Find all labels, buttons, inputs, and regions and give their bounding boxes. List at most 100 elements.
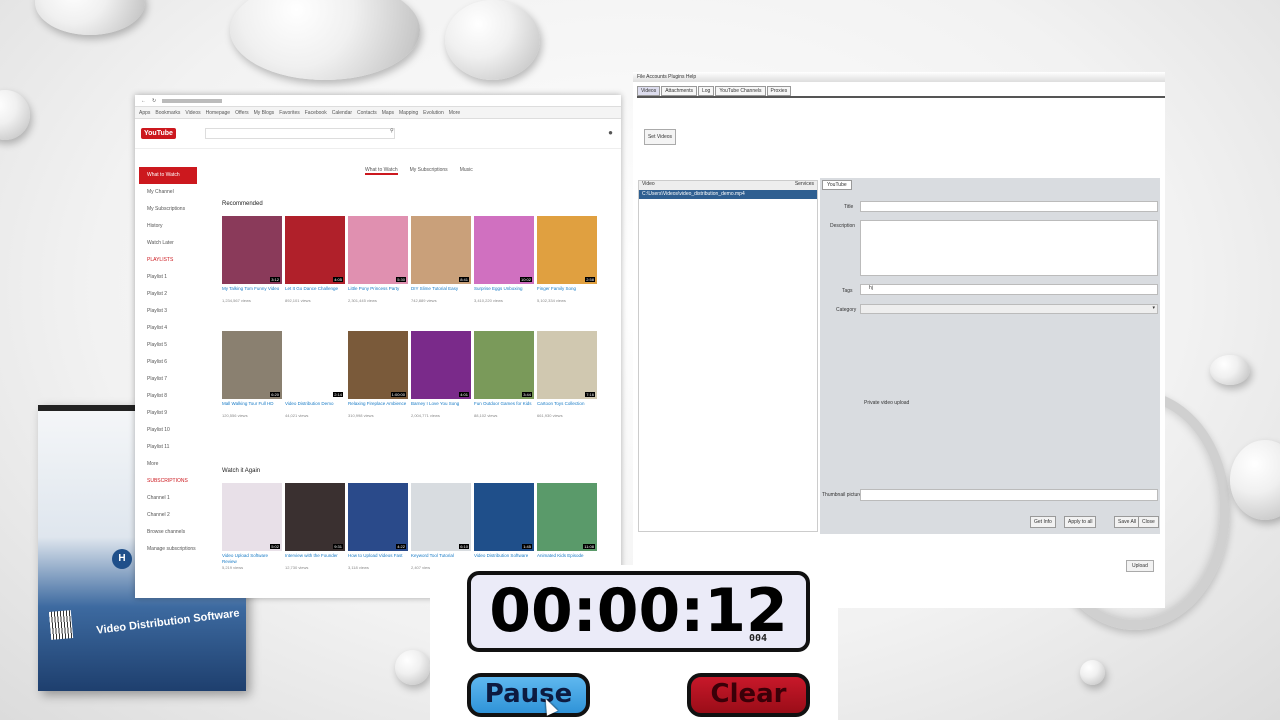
get-info-button[interactable]: Get Info bbox=[1030, 516, 1056, 528]
sidebar-item[interactable]: Playlist 10 bbox=[139, 422, 197, 439]
sidebar-item[interactable]: Playlist 4 bbox=[139, 320, 197, 337]
bookmark-item[interactable]: Contacts bbox=[357, 110, 377, 116]
save-all-button[interactable]: Save All bbox=[1114, 516, 1141, 528]
bookmark-item[interactable]: Videos bbox=[185, 110, 200, 116]
sidebar-item[interactable]: Watch Later bbox=[139, 235, 197, 252]
private-checkbox[interactable]: Private video upload bbox=[864, 400, 909, 406]
bookmark-item[interactable]: Bookmarks bbox=[155, 110, 180, 116]
video-thumbnail[interactable]: 4:22 bbox=[348, 483, 408, 551]
tab-youtube[interactable]: YouTube bbox=[822, 180, 852, 190]
bookmark-item[interactable]: My Blogs bbox=[254, 110, 275, 116]
sidebar-item[interactable]: Playlist 11 bbox=[139, 439, 197, 456]
video-card[interactable]: 2:14 Video Distribution Demo 44,021 views bbox=[285, 331, 345, 419]
bookmark-item[interactable]: Calendar bbox=[332, 110, 352, 116]
sidebar-item[interactable]: My Subscriptions bbox=[139, 201, 197, 218]
bookmark-item[interactable]: Mapping bbox=[399, 110, 418, 116]
bookmark-item[interactable]: Homepage bbox=[206, 110, 230, 116]
video-title[interactable]: Animated Kids Episode bbox=[537, 553, 597, 565]
app-tab[interactable]: Log bbox=[698, 86, 715, 96]
feed-tab[interactable]: What to Watch bbox=[365, 167, 398, 175]
video-title[interactable]: My Talking Tom Funny Video bbox=[222, 286, 282, 298]
video-card[interactable]: 3:44 Fun Outdoor Games for Kids 88,102 vie… bbox=[474, 331, 534, 419]
sidebar-item[interactable]: More bbox=[139, 456, 197, 473]
bookmark-item[interactable]: More bbox=[449, 110, 460, 116]
feed-tab[interactable]: Music bbox=[460, 167, 473, 175]
title-input[interactable] bbox=[860, 201, 1158, 212]
video-title[interactable]: Finger Family Song bbox=[537, 286, 597, 298]
sidebar-item[interactable]: Playlist 7 bbox=[139, 371, 197, 388]
video-thumbnail[interactable]: 9:31 bbox=[285, 483, 345, 551]
sidebar-item[interactable]: My Channel bbox=[139, 184, 197, 201]
video-title[interactable]: Mall Walking Tour Full HD bbox=[222, 401, 282, 413]
video-thumbnail[interactable]: 2:14 bbox=[285, 331, 345, 399]
video-card[interactable]: 5:30 Little Pony Princess Party 2,301,445 … bbox=[348, 216, 408, 304]
app-tab[interactable]: Proxies bbox=[766, 86, 792, 96]
video-thumbnail[interactable]: 6:10 bbox=[411, 483, 471, 551]
sidebar-item[interactable]: Playlist 2 bbox=[139, 286, 197, 303]
video-thumbnail[interactable]: 1:00:00 bbox=[348, 331, 408, 399]
clear-button[interactable]: Clear bbox=[687, 673, 810, 717]
video-card[interactable]: 5:02 Video Upload Software Review 5,219 vi… bbox=[222, 483, 282, 571]
video-thumbnail[interactable]: 11:08 bbox=[537, 483, 597, 551]
video-card[interactable]: 1:00:00 Relaxing Fireplace Ambience 310,99… bbox=[348, 331, 408, 419]
thumbnail-input[interactable] bbox=[860, 489, 1158, 501]
address-bar[interactable]: ← ↻ bbox=[135, 95, 621, 107]
sidebar-item[interactable]: Playlist 6 bbox=[139, 354, 197, 371]
sidebar-item[interactable]: What to Watch bbox=[139, 167, 197, 184]
sidebar-item[interactable]: Browse channels bbox=[139, 524, 197, 541]
youtube-logo[interactable]: YouTube bbox=[141, 128, 176, 139]
sidebar-item[interactable]: Playlist 3 bbox=[139, 303, 197, 320]
video-thumbnail[interactable]: 3:44 bbox=[474, 331, 534, 399]
video-card[interactable]: 4:05 Let It Go Dance Challenge 892,101 vie… bbox=[285, 216, 345, 304]
bookmark-item[interactable]: Facebook bbox=[305, 110, 327, 116]
video-card[interactable]: 4:22 How to Upload Videos Fast 3,118 views bbox=[348, 483, 408, 571]
video-title[interactable]: Fun Outdoor Games for Kids bbox=[474, 401, 534, 413]
video-thumbnail[interactable]: 2:58 bbox=[537, 216, 597, 284]
bookmark-item[interactable]: Evolution bbox=[423, 110, 444, 116]
category-select[interactable]: ▾ bbox=[860, 304, 1158, 314]
video-card[interactable]: 6:20 Mall Walking Tour Full HD 120,556 vie… bbox=[222, 331, 282, 419]
video-title[interactable]: Cartoon Toys Collection bbox=[537, 401, 597, 413]
description-input[interactable] bbox=[860, 220, 1158, 276]
video-thumbnail[interactable]: 5:02 bbox=[222, 483, 282, 551]
sidebar-item[interactable]: Playlist 1 bbox=[139, 269, 197, 286]
video-thumbnail[interactable]: 10:02 bbox=[474, 216, 534, 284]
search-icon[interactable]: ⚲ bbox=[390, 128, 394, 134]
list-item[interactable]: C:\Users\Videos\video_distribution_demo.… bbox=[639, 190, 817, 199]
video-title[interactable]: Little Pony Princess Party bbox=[348, 286, 408, 298]
notification-icon[interactable]: ● bbox=[608, 128, 613, 137]
bookmark-item[interactable]: Offers bbox=[235, 110, 249, 116]
tags-input[interactable]: hj bbox=[860, 284, 1158, 295]
video-thumbnail[interactable]: 6:20 bbox=[222, 331, 282, 399]
video-title[interactable]: Video Upload Software Review bbox=[222, 553, 282, 565]
video-card[interactable]: 10:02 Surprise Eggs Unboxing 3,410,220 vie… bbox=[474, 216, 534, 304]
video-thumbnail[interactable]: 7:16 bbox=[537, 331, 597, 399]
video-thumbnail[interactable]: 8:41 bbox=[411, 216, 471, 284]
apply-all-button[interactable]: Apply to all bbox=[1064, 516, 1097, 528]
sidebar-item[interactable]: Channel 2 bbox=[139, 507, 197, 524]
video-card[interactable]: 9:31 Interview with the Founder 12,730 vie… bbox=[285, 483, 345, 571]
bookmark-item[interactable]: Apps bbox=[139, 110, 150, 116]
app-tab[interactable]: Videos bbox=[637, 86, 661, 96]
close-button[interactable]: Close bbox=[1138, 516, 1159, 528]
sidebar-item[interactable]: Playlist 5 bbox=[139, 337, 197, 354]
pause-button[interactable]: Pause bbox=[467, 673, 590, 717]
video-title[interactable]: Video Distribution Software bbox=[474, 553, 534, 565]
bookmark-item[interactable]: Favorites bbox=[279, 110, 300, 116]
video-card[interactable]: 3:12 My Talking Tom Funny Video 1,234,567 … bbox=[222, 216, 282, 304]
sidebar-item[interactable]: Channel 1 bbox=[139, 490, 197, 507]
video-thumbnail[interactable]: 4:01 bbox=[411, 331, 471, 399]
feed-tab[interactable]: My Subscriptions bbox=[410, 167, 448, 175]
video-card[interactable]: 2:58 Finger Family Song 5,102,334 views bbox=[537, 216, 597, 304]
video-thumbnail[interactable]: 4:05 bbox=[285, 216, 345, 284]
upload-button[interactable]: Upload bbox=[1126, 560, 1154, 572]
set-videos-button[interactable]: Set Videos bbox=[644, 129, 676, 145]
app-tab[interactable]: Attachments bbox=[661, 86, 697, 96]
video-card[interactable]: 1:45Video Distribution Software9,874 vie… bbox=[474, 483, 534, 571]
video-title[interactable]: Video Distribution Demo bbox=[285, 401, 345, 413]
video-thumbnail[interactable]: 3:12 bbox=[222, 216, 282, 284]
video-title[interactable]: DIY Slime Tutorial Easy bbox=[411, 286, 471, 298]
video-title[interactable]: Let It Go Dance Challenge bbox=[285, 286, 345, 298]
video-title[interactable]: How to Upload Videos Fast bbox=[348, 553, 408, 565]
sidebar-item[interactable]: Playlist 8 bbox=[139, 388, 197, 405]
